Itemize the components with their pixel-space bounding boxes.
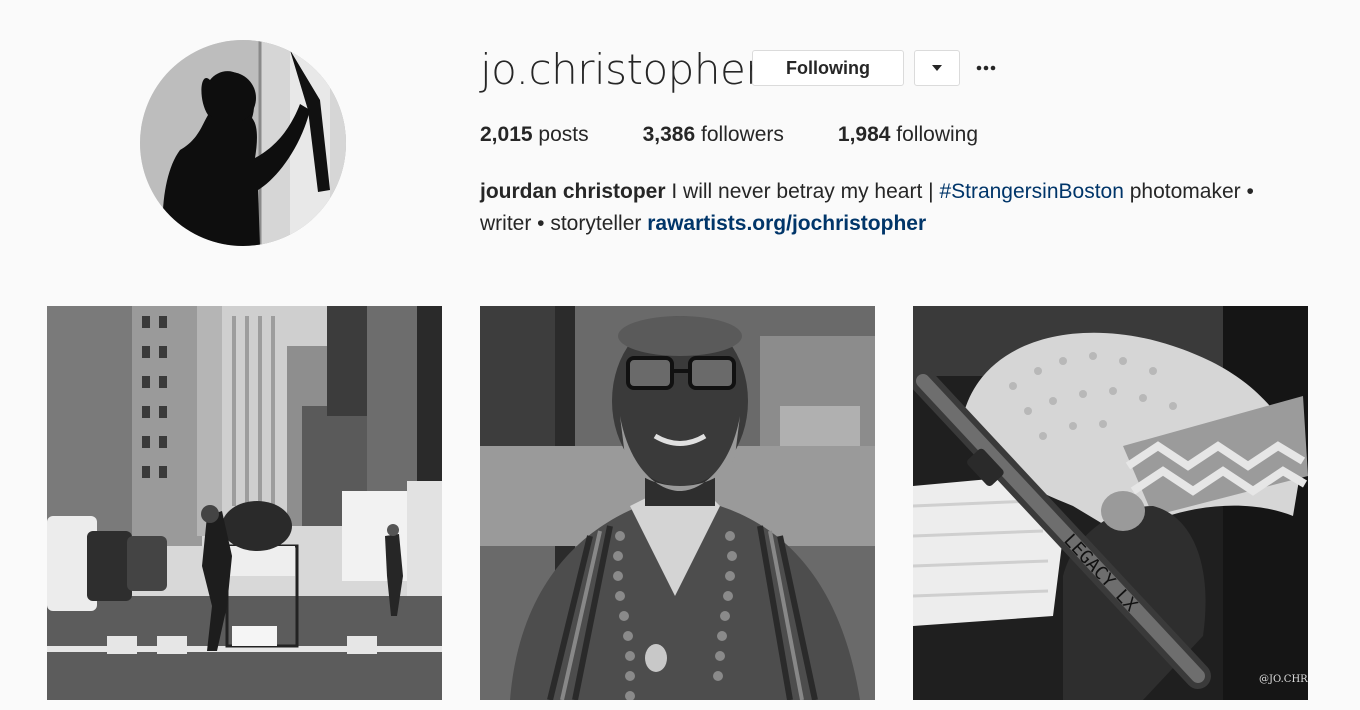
post-thumbnail[interactable] (47, 306, 442, 700)
posts-label: posts (538, 123, 589, 146)
following-label: following (896, 123, 979, 146)
following-count: 1,984 (837, 123, 891, 146)
posts-count: 2,015 (480, 123, 533, 146)
following-button[interactable]: Following (752, 50, 904, 86)
post-thumbnail[interactable]: LEGACY LX @JO.CHR (913, 306, 1308, 700)
posts-stat: 2,015 posts (480, 120, 589, 150)
ellipsis-icon (976, 65, 996, 71)
followers-stat[interactable]: 3,386 followers (643, 120, 784, 150)
hashtag-link[interactable]: #StrangersinBoston (939, 180, 1123, 203)
profile-stats: 2,015 posts 3,386 followers 1,984 follow… (480, 120, 1032, 150)
profile-bio: jourdan christoper I will never betray m… (480, 176, 1300, 240)
caret-down-icon (932, 65, 942, 71)
city-street-shopping-cart-photo (47, 306, 442, 700)
following-stat[interactable]: 1,984 following (838, 120, 978, 150)
bio-text-1: I will never betray my heart | (671, 180, 934, 203)
username: jo.christopher (480, 45, 763, 94)
profile-page: jo.christopher Following 2,015 posts 3,3… (0, 0, 1360, 710)
followers-count: 3,386 (642, 123, 696, 146)
smiling-man-portrait-photo (480, 306, 875, 700)
avatar-photo (140, 40, 346, 246)
website-link[interactable]: rawartists.org/jochristopher (647, 212, 926, 235)
more-options-button[interactable] (970, 52, 1002, 84)
watermark-text: @JO.CHR (1259, 674, 1308, 685)
profile-avatar[interactable] (140, 40, 346, 246)
following-button-label: Following (786, 57, 870, 78)
suggestions-dropdown-button[interactable] (914, 50, 960, 86)
baby-stroller-photo: LEGACY LX @JO.CHR (913, 306, 1308, 700)
followers-label: followers (701, 123, 784, 146)
post-thumbnail[interactable] (480, 306, 875, 700)
full-name: jourdan christoper (480, 180, 666, 203)
